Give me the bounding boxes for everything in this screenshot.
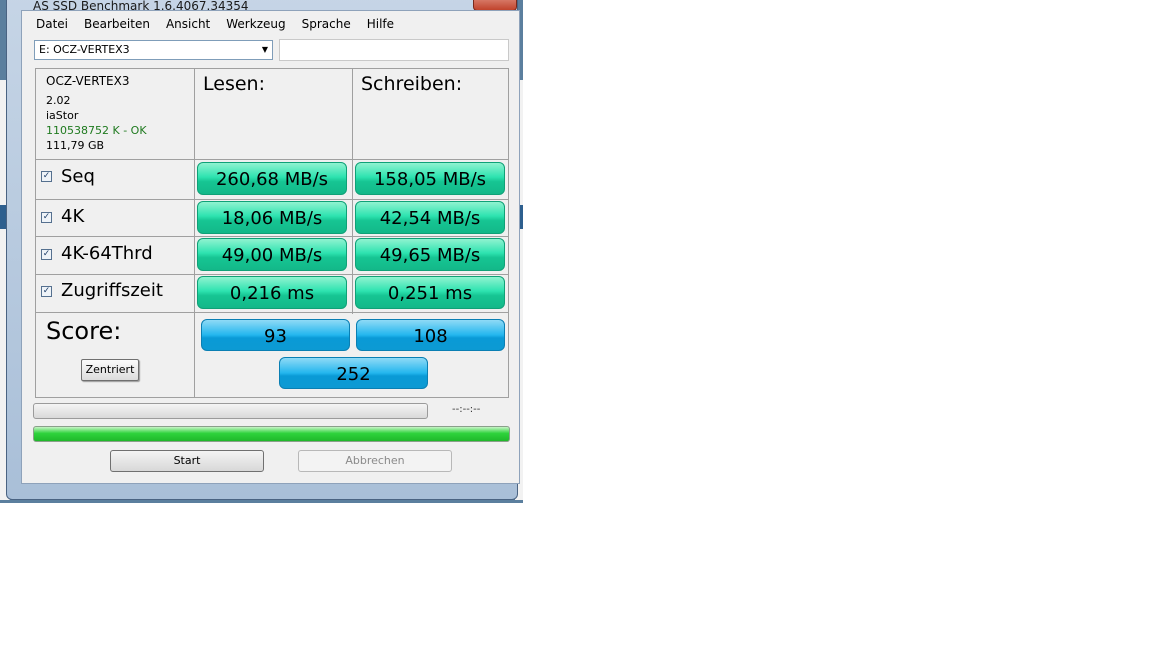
- score-total: 252: [279, 357, 428, 389]
- menu-bearbeiten[interactable]: Bearbeiten: [76, 11, 158, 37]
- grid-divider: [352, 69, 353, 314]
- grid-divider: [36, 159, 508, 160]
- start-button[interactable]: Start: [110, 450, 264, 472]
- 4k-checkbox[interactable]: ✓: [41, 212, 52, 223]
- 4k64-read-value: 49,00 MB/s: [197, 238, 347, 271]
- access-time-label: Zugriffszeit: [61, 280, 163, 301]
- app-window: AS SSD Benchmark 1.6.4067.34354 Datei Be…: [6, 0, 520, 500]
- menu-sprache[interactable]: Sprache: [294, 11, 359, 37]
- score-write: 108: [356, 319, 505, 351]
- drive-select[interactable]: E: OCZ-VERTEX3 ▼: [34, 40, 273, 60]
- drive-size: 111,79 GB: [46, 139, 105, 152]
- 4k-write-value: 42,54 MB/s: [355, 201, 505, 234]
- seq-write-value: 158,05 MB/s: [355, 162, 505, 195]
- 4k64-checkbox[interactable]: ✓: [41, 249, 52, 260]
- menu-ansicht[interactable]: Ansicht: [158, 11, 218, 37]
- overall-progress-fill: [34, 427, 509, 441]
- drive-alignment: 110538752 K - OK: [46, 124, 147, 137]
- access-time-write-value: 0,251 ms: [355, 276, 505, 309]
- score-read: 93: [201, 319, 350, 351]
- 4k64-write-value: 49,65 MB/s: [355, 238, 505, 271]
- seq-checkbox[interactable]: ✓: [41, 171, 52, 182]
- access-time-checkbox[interactable]: ✓: [41, 286, 52, 297]
- abort-button[interactable]: Abbrechen: [298, 450, 452, 472]
- 4k64-label: 4K-64Thrd: [61, 243, 153, 264]
- drive-firmware: 2.02: [46, 94, 71, 107]
- menu-datei[interactable]: Datei: [22, 11, 76, 37]
- center-button[interactable]: Zentriert: [81, 359, 139, 381]
- drive-name: OCZ-VERTEX3: [46, 74, 130, 88]
- write-column-header: Schreiben:: [361, 73, 463, 95]
- 4k-label: 4K: [61, 206, 85, 227]
- menu-werkzeug[interactable]: Werkzeug: [218, 11, 293, 37]
- test-progress-bar: [33, 403, 428, 419]
- drive-driver: iaStor: [46, 109, 79, 122]
- overall-progress-bar: [33, 426, 510, 442]
- drive-info-textbox[interactable]: [279, 39, 509, 61]
- grid-divider: [36, 236, 508, 237]
- drive-select-value: E: OCZ-VERTEX3: [39, 43, 130, 56]
- score-label: Score:: [46, 317, 122, 345]
- menu-hilfe[interactable]: Hilfe: [359, 11, 402, 37]
- window-client-area: Datei Bearbeiten Ansicht Werkzeug Sprach…: [21, 10, 520, 484]
- 4k-read-value: 18,06 MB/s: [197, 201, 347, 234]
- access-time-read-value: 0,216 ms: [197, 276, 347, 309]
- seq-read-value: 260,68 MB/s: [197, 162, 347, 195]
- elapsed-time: --:--:--: [452, 404, 481, 415]
- grid-divider: [36, 274, 508, 275]
- grid-divider: [36, 199, 508, 200]
- results-grid: OCZ-VERTEX3 2.02 iaStor 110538752 K - OK…: [35, 68, 509, 398]
- chevron-down-icon[interactable]: ▼: [262, 41, 268, 59]
- seq-label: Seq: [61, 166, 95, 187]
- score-panel: Score: Zentriert: [36, 313, 194, 397]
- read-column-header: Lesen:: [203, 73, 265, 95]
- grid-divider: [194, 69, 195, 397]
- menu-bar: Datei Bearbeiten Ansicht Werkzeug Sprach…: [22, 11, 519, 37]
